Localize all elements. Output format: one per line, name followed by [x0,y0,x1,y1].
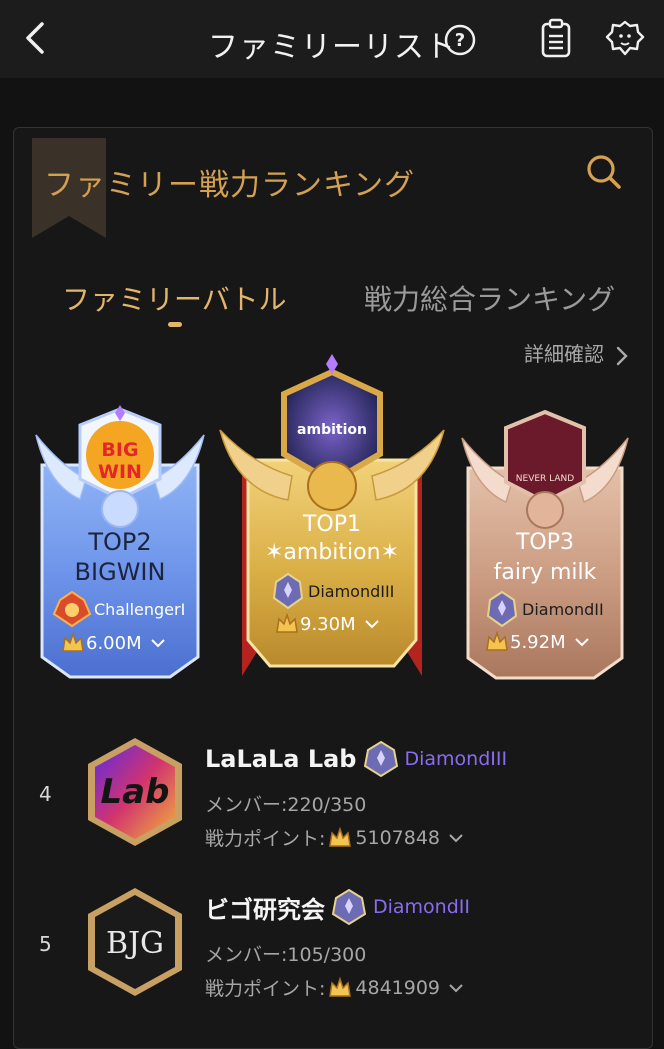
podium-card-top2[interactable]: BIG WIN TOP2 BIGWIN ChallengerI 6.00M [34,395,206,680]
family-name: ビゴ研究会 DiamondII [205,888,470,926]
list-item[interactable]: 4 Lab LaLaLa Lab DiamondIII メンバー:220/350… [13,720,651,870]
podium-power-value: 6.00M [86,632,142,654]
chevron-down-icon[interactable] [448,983,464,993]
power-crown-icon [329,826,352,847]
podium-power-value: 9.30M [300,613,356,635]
podium-power-value: 5.92M [510,631,566,653]
power-points-value: 4841909 [355,976,441,999]
family-name: LaLaLa Lab DiamondIII [205,740,507,778]
member-count: メンバー:220/350 [205,794,367,816]
chevron-right-icon [617,346,629,365]
podium-power: 5.92M [484,630,590,654]
member-count: メンバー:105/300 [205,944,367,966]
power-crown-icon [276,612,298,633]
power-crown-icon [486,630,508,651]
active-tab-indicator [168,322,182,327]
podium-rank-label: DiamondII [522,599,604,619]
podium-top-label: TOP2 [88,528,152,556]
rank-number: 5 [39,932,52,956]
panel-title: ファミリー戦力ランキング [44,168,416,203]
podium-family-name: fairy milk [493,560,597,585]
family-name-text: LaLaLa Lab [205,745,357,773]
power-points-value: 5107848 [355,826,441,849]
diamond-badge-icon [363,740,398,778]
power-points: 戦力ポイント: 5107848 [205,824,464,851]
chevron-down-icon[interactable] [150,638,166,648]
power-points-label: 戦力ポイント: [205,828,326,850]
power-points: 戦力ポイント: 4841909 [205,974,464,1001]
podium-power: 6.00M [60,631,166,655]
podium-rank-label: DiamondIII [308,581,395,601]
tab-overall-ranking[interactable]: 戦力総合ランキング [364,278,615,318]
podium-rank-label: ChallengerI [94,599,186,619]
lion-icon[interactable] [604,18,646,58]
family-logo-text: Lab [100,772,170,812]
power-crown-icon [62,631,84,652]
emblem-text: ambition [297,422,367,438]
podium-top-label: TOP3 [515,530,575,555]
emblem-text: NEVER LAND [515,474,575,484]
rank-number: 4 [39,782,52,806]
detail-link[interactable]: 詳細確認 [524,338,629,367]
podium-rank: DiamondIII [270,572,394,610]
svg-text:?: ? [455,30,465,51]
podium-card-top3[interactable]: NEVER LAND TOP3 fairy milk DiamondII 5.9… [460,398,630,680]
chevron-down-icon[interactable] [574,637,590,647]
challenger-badge-icon [52,590,92,628]
diamond-badge-icon [331,888,367,926]
podium-family-name: BIGWIN [74,558,166,586]
search-icon[interactable] [584,152,624,192]
chevron-down-icon[interactable] [364,619,380,629]
diamond-badge-icon [272,572,304,610]
tab-family-battle[interactable]: ファミリーバトル [62,278,287,318]
tier-label: DiamondIII [404,748,508,770]
tier-label: DiamondII [373,896,470,918]
list-item[interactable]: 5 BJG ビゴ研究会 DiamondII メンバー:105/300 戦力ポイン… [13,870,651,1020]
family-name-text: ビゴ研究会 [205,895,325,924]
chevron-down-icon[interactable] [448,833,464,843]
podium-family-name: ✶ambition✶ [265,540,399,565]
podium-card-top1[interactable]: ambition TOP1 ✶ambition✶ DiamondIII 9.30… [218,350,446,678]
podium-power: 9.30M [274,612,380,636]
clipboard-icon[interactable] [538,18,574,58]
top-bar: ファミリーリスト ? [0,0,664,78]
power-crown-icon [329,976,352,997]
help-icon[interactable]: ? [444,24,476,56]
podium-rank: ChallengerI [52,590,185,628]
podium-top-label: TOP1 [302,512,362,537]
diamond-badge-icon [486,590,518,628]
emblem-text: BIG WIN [98,439,142,483]
family-logo-text: BJG [105,926,165,961]
podium-rank: DiamondII [484,590,604,628]
detail-link-label: 詳細確認 [524,342,604,366]
power-points-label: 戦力ポイント: [205,978,326,1000]
